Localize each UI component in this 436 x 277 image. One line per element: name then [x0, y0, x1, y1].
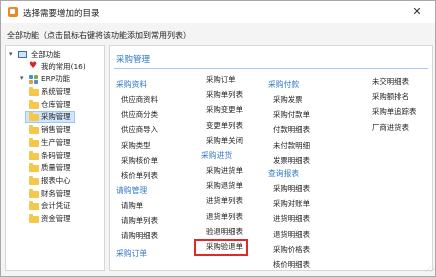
- function-item[interactable]: 供应商导入: [121, 124, 158, 135]
- section-heading: 采购资料: [116, 80, 148, 89]
- erp-modules-icon: [29, 75, 38, 84]
- folder-icon: [29, 87, 39, 96]
- function-item[interactable]: 采购单关闭: [206, 135, 243, 146]
- function-item[interactable]: 采购核价单: [121, 155, 158, 166]
- function-item[interactable]: 采购变更单: [206, 104, 243, 115]
- function-item[interactable]: 采购对账单: [273, 198, 310, 209]
- function-item[interactable]: 未交明细表: [372, 76, 409, 87]
- app-icon: [8, 7, 18, 17]
- collapse-toggle-icon[interactable]: ▾: [9, 50, 13, 58]
- function-item[interactable]: 采购进货单: [206, 165, 243, 176]
- function-item[interactable]: 付款明细表: [273, 124, 310, 135]
- function-item[interactable]: 采购单列表: [206, 89, 243, 100]
- section-heading: 请购管理: [116, 186, 148, 195]
- section-heading: 采购订单: [116, 249, 148, 258]
- section-heading: 采购付款: [268, 80, 300, 89]
- tree-node-module[interactable]: 质量管理: [41, 162, 71, 174]
- folder-icon: [29, 175, 39, 185]
- function-item[interactable]: 采购付款单: [273, 109, 310, 120]
- folder-icon: [29, 150, 39, 160]
- tree-node-module[interactable]: 仓库管理: [41, 99, 71, 111]
- tree-node-module[interactable]: 会计凭证: [41, 200, 71, 212]
- function-item[interactable]: 进货单列表: [206, 195, 243, 206]
- function-item[interactable]: 采购额排名: [372, 91, 409, 102]
- section-heading: 采购进货: [201, 151, 233, 160]
- section-heading: 查询报表: [268, 169, 300, 178]
- folder-icon: [29, 125, 39, 135]
- function-item[interactable]: 采购订单: [206, 74, 236, 85]
- tree-node-module[interactable]: 生产管理: [41, 137, 71, 149]
- folder-icon: [29, 201, 39, 211]
- function-item[interactable]: 采购单追踪表: [372, 106, 416, 117]
- function-item[interactable]: 厂商进货表: [372, 122, 409, 133]
- function-item[interactable]: 未付款明细: [273, 140, 310, 151]
- panel-title: 采购管理: [116, 55, 151, 65]
- function-item[interactable]: 变更单列表: [206, 120, 243, 131]
- function-item[interactable]: 退货明细表: [273, 229, 310, 240]
- function-panel: 采购管理 采购资料供应商资料供应商分类供应商导入采购类型采购核价单核价单列表请购…: [109, 45, 433, 271]
- function-item[interactable]: 核价单列表: [121, 170, 158, 181]
- tree-root-all-functions[interactable]: 全部功能: [31, 49, 61, 61]
- window-title: 选择需要增加的目录: [23, 9, 100, 19]
- tree-node-module[interactable]: 系统管理: [41, 86, 71, 98]
- function-item[interactable]: 验退明细表: [206, 226, 243, 237]
- function-tree[interactable]: ▾ 全部功能 ♥ 我的常用(16) ▾ ERP功能 系统管理 仓库管理 采购管理 销售…: [5, 45, 105, 271]
- tree-node-module[interactable]: 资金管理: [41, 213, 71, 225]
- tree-node-module[interactable]: 财务管理: [41, 188, 71, 200]
- tree-node-module[interactable]: 销售管理: [41, 124, 71, 136]
- heart-icon: ♥: [29, 61, 38, 71]
- folder-icon: [29, 112, 39, 122]
- function-item[interactable]: 核价明细表: [273, 259, 310, 270]
- folder-icon: [29, 214, 39, 223]
- function-item[interactable]: 供应商分类: [121, 109, 158, 120]
- function-item[interactable]: 退货单列表: [206, 211, 243, 222]
- function-item[interactable]: 进货明细表: [273, 213, 310, 224]
- title-divider: [114, 68, 428, 69]
- folder-icon: [29, 99, 39, 109]
- folder-icon: [29, 163, 39, 173]
- function-item[interactable]: 采购发票: [273, 94, 303, 105]
- tree-node-erp[interactable]: ERP功能: [41, 73, 70, 85]
- folder-icon: [29, 137, 39, 147]
- function-item[interactable]: 供应商资料: [121, 94, 158, 105]
- close-button[interactable]: ✕: [403, 3, 431, 21]
- function-item[interactable]: 采购明细表: [273, 183, 310, 194]
- folder-icon: [29, 188, 39, 198]
- function-item[interactable]: 采购退货单: [206, 180, 243, 191]
- tree-node-favorites[interactable]: 我的常用(16): [41, 61, 86, 73]
- highlight-box: [194, 239, 248, 256]
- function-item[interactable]: 请购单列表: [121, 215, 158, 226]
- hint-text: 全部功能（点击鼠标右键将该功能添加到常用列表）: [7, 31, 191, 40]
- tree-node-module[interactable]: 条码管理: [41, 150, 71, 162]
- tree-node-module[interactable]: 采购管理: [41, 111, 71, 123]
- function-item[interactable]: 请购单: [121, 200, 143, 211]
- tree-node-module[interactable]: 报表中心: [41, 175, 71, 187]
- function-item[interactable]: 请购明细表: [121, 230, 158, 241]
- resize-grip-icon[interactable]: ⋰⋰: [425, 267, 436, 276]
- function-item[interactable]: 采购类型: [121, 140, 151, 151]
- dialog-window: 选择需要增加的目录 ✕ 全部功能（点击鼠标右键将该功能添加到常用列表） ▾ 全部…: [0, 0, 436, 277]
- function-item[interactable]: 发票明细表: [273, 155, 310, 166]
- title-bar: 选择需要增加的目录 ✕: [1, 1, 435, 23]
- collapse-toggle-icon[interactable]: ▾: [20, 74, 24, 82]
- computer-icon: [18, 51, 27, 58]
- function-item[interactable]: 采购价格表: [273, 244, 310, 255]
